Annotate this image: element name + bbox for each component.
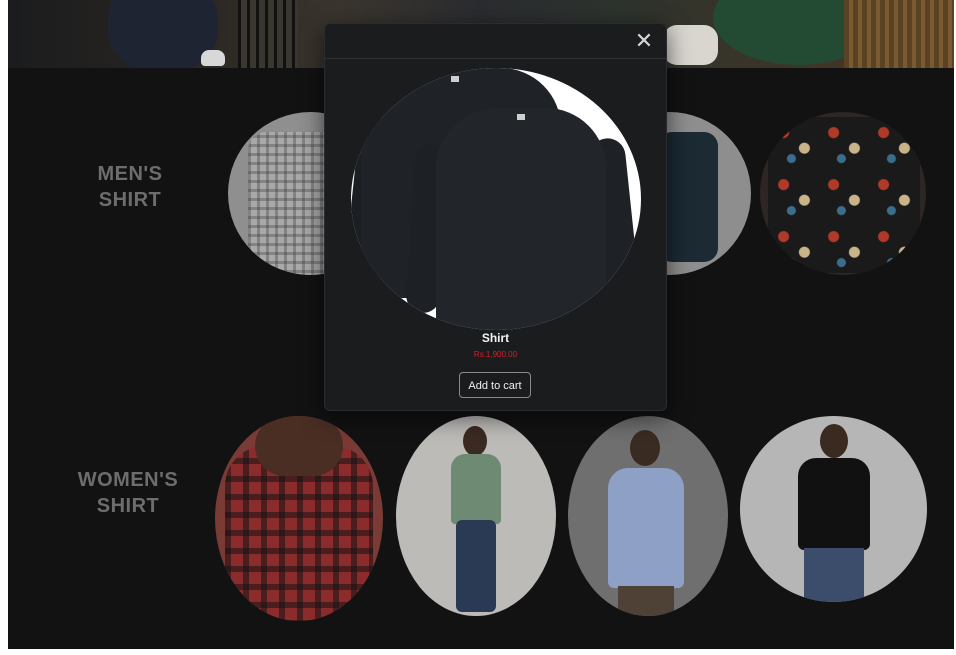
navy-shirt-image [658,132,718,262]
womens-product-red-plaid-shirt[interactable] [215,416,383,621]
product-image-black-tees [351,68,641,330]
womens-product-black-shirt[interactable] [740,416,927,602]
floral-tile [768,117,820,169]
floral-tile [868,221,920,273]
model-hair [255,416,343,476]
banner-shoe [201,50,225,66]
model-jeans [456,520,496,612]
front-tee [436,108,606,330]
model-head [463,426,487,456]
banner-hand [663,25,718,65]
green-sweater-image [451,454,501,524]
mens-shirt-heading: MEN'S SHIRT [70,161,190,213]
womens-product-blue-shirt[interactable] [568,416,728,616]
product-quick-view-modal: ✕ Shirt Rs.1,900.00 Add to cart [324,23,667,411]
page: MEN'S SHIRT WOMEN'S SHIRT ✕ Shirt Rs.1,9… [8,0,954,649]
floral-tile [818,117,870,169]
womens-product-green-sweater[interactable] [396,416,556,616]
product-price: Rs.1,900.00 [473,350,518,359]
add-to-cart-button[interactable]: Add to cart [459,372,531,398]
mens-product-floral-shirt[interactable] [760,112,926,275]
tee-tag [451,76,459,82]
womens-heading-line2: SHIRT [96,495,160,517]
modal-header: ✕ [325,24,666,59]
banner-railing [238,0,298,68]
model-head [630,430,660,466]
banner-wood-panel [844,0,954,68]
floral-tile [768,169,820,221]
black-shirt-image [798,458,870,550]
floral-tile [818,169,870,221]
floral-tile [768,221,820,273]
floral-tile [868,117,920,169]
tee-tag [517,114,525,120]
blue-shirt-image [608,468,684,588]
mens-heading-line1: MEN'S [97,163,163,185]
model-jeans [804,548,864,602]
close-icon[interactable]: ✕ [632,29,656,53]
mens-heading-line2: SHIRT [98,189,162,211]
floral-tile [868,169,920,221]
product-name: Shirt [481,331,510,345]
womens-heading-line1: WOMEN'S [77,469,179,491]
floral-tile [818,221,870,273]
model-head [820,424,848,458]
model-pants [618,586,674,616]
womens-shirt-heading: WOMEN'S SHIRT [63,467,193,519]
